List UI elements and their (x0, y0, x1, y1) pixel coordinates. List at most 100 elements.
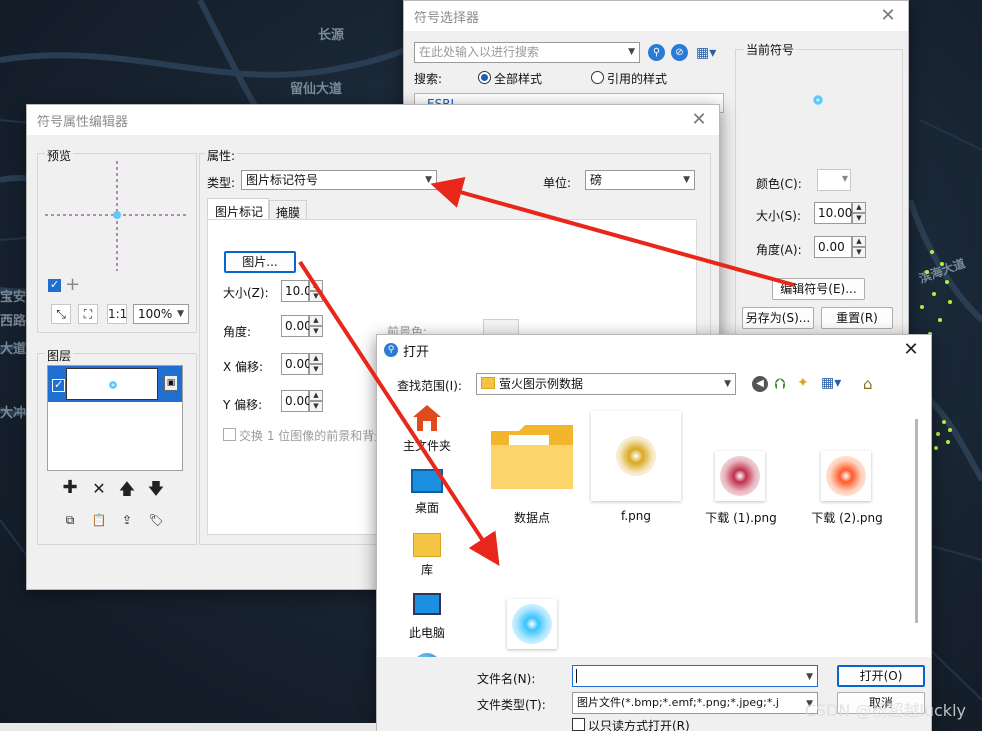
open-file-dialog: ⚲ 打开 ✕ 查找范围(I): 萤火图示例数据 ▼ ◀ ⮉ ✦ ▦▾ ⌂ 主文件… (376, 334, 932, 731)
nav-item-computer[interactable]: 此电脑 (377, 624, 477, 641)
nav-item-desktop[interactable]: 桌面 (377, 499, 477, 516)
chevron-down-icon: ▼ (724, 379, 731, 389)
current-symbol-label: 当前符号 (744, 41, 797, 58)
clear-search-icon[interactable]: ⊘ (671, 44, 688, 61)
readonly-checkbox[interactable] (572, 718, 585, 731)
filetype-label: 文件类型(T): (477, 698, 546, 712)
reset-button[interactable]: 重置(R) (821, 307, 893, 329)
back-icon[interactable]: ◀ (752, 376, 768, 392)
size-field[interactable]: 10.0 (281, 280, 312, 302)
size-field[interactable]: 10.00 (814, 202, 852, 224)
file-item-image[interactable]: f.png (591, 509, 681, 523)
unit-select[interactable]: 磅 ▼ (585, 170, 695, 190)
tag-icon[interactable]: 🏷 (146, 511, 166, 531)
library-icon[interactable] (413, 533, 441, 557)
chevron-down-icon: ▼ (841, 174, 848, 183)
y-offset-stepper[interactable]: ▲ ▼ (309, 390, 323, 412)
map-point (934, 446, 938, 450)
save-as-button[interactable]: 另存为(S)... (742, 307, 814, 329)
import-icon[interactable]: ⇪ (117, 511, 137, 531)
size-stepper[interactable]: ▲ ▼ (852, 202, 866, 224)
chevron-down-icon: ▼ (683, 175, 690, 185)
x-offset-label: X 偏移: (223, 360, 264, 374)
desktop-icon[interactable] (411, 469, 443, 493)
angle-label: 角度(A): (756, 243, 802, 257)
layers-label: 图层 (45, 347, 74, 364)
look-in-select[interactable]: 萤火图示例数据 ▼ (476, 373, 736, 395)
nav-item-library[interactable]: 库 (377, 561, 477, 578)
zoom-select[interactable]: 100% ▼ (133, 304, 189, 324)
layer-visible-checkbox[interactable] (52, 378, 65, 392)
angle-field[interactable]: 0.00 (281, 315, 312, 337)
size-stepper[interactable]: ▲ ▼ (309, 280, 323, 302)
map-point (946, 440, 950, 444)
angle-stepper[interactable]: ▲ ▼ (852, 236, 866, 258)
close-icon[interactable]: ✕ (689, 110, 709, 130)
zoom-to-fit-icon[interactable]: ⤡ (51, 304, 71, 324)
open-dialog-titlebar[interactable]: ⚲ 打开 ✕ (377, 335, 931, 365)
current-symbol-preview (813, 95, 823, 105)
nav-item-home[interactable]: 主文件夹 (377, 437, 477, 454)
copy-icon[interactable]: ⧉ (60, 511, 80, 531)
view-menu-icon[interactable]: ▦▾ (821, 375, 841, 391)
image-preview (616, 436, 656, 476)
file-thumbnail[interactable] (715, 451, 765, 501)
swap-colors-checkbox[interactable] (223, 428, 236, 441)
up-folder-icon[interactable]: ⮉ (774, 375, 785, 393)
x-offset-field[interactable]: 0.00 (281, 353, 312, 375)
y-offset-field[interactable]: 0.00 (281, 390, 312, 412)
home-folder-icon[interactable] (411, 403, 443, 433)
property-editor-titlebar[interactable]: 符号属性编辑器 ✕ (27, 105, 719, 135)
full-extent-icon[interactable]: ⛶ (78, 304, 98, 324)
add-layer-icon[interactable]: ✚ (60, 479, 80, 500)
file-thumbnail[interactable] (591, 411, 681, 501)
symbol-selector-titlebar[interactable]: 符号选择器 ✕ (404, 1, 908, 31)
file-item-image[interactable]: 下载 (2).png (799, 509, 895, 526)
new-folder-icon[interactable]: ✦ (797, 375, 809, 391)
actual-size-icon[interactable]: 1:1 (107, 304, 127, 324)
close-icon[interactable]: ✕ (901, 340, 921, 360)
file-thumbnail[interactable] (507, 599, 557, 649)
file-item-folder[interactable]: 数据点 (489, 509, 575, 526)
move-down-icon[interactable]: 🡇 (146, 480, 166, 500)
type-select[interactable]: 图片标记符号 ▼ (241, 170, 437, 190)
map-label: 留仙大道 (290, 82, 343, 97)
angle-field[interactable]: 0.00 (814, 236, 852, 258)
tab-mask[interactable]: 掩膜 (269, 200, 307, 220)
lock-icon[interactable]: ▣ (164, 375, 178, 391)
radio-all-styles[interactable] (478, 71, 491, 84)
show-crosshair-checkbox[interactable] (48, 278, 61, 292)
view-grid-icon[interactable]: ▦▾ (696, 45, 716, 61)
open-button[interactable]: 打开(O) (837, 665, 925, 687)
edit-symbol-button[interactable]: 编辑符号(E)... (772, 278, 865, 300)
computer-icon[interactable] (413, 593, 441, 615)
window-title: 符号属性编辑器 (37, 114, 129, 130)
radio-referenced-styles[interactable] (591, 71, 604, 84)
plus-icon: + (65, 274, 81, 295)
layer-list[interactable]: ▣ (47, 365, 183, 471)
scrollbar[interactable] (915, 419, 918, 623)
filename-input[interactable]: ▼ (572, 665, 818, 687)
color-picker[interactable]: ▼ (817, 169, 851, 191)
angle-stepper[interactable]: ▲ ▼ (309, 315, 323, 337)
filename-label: 文件名(N): (477, 672, 536, 686)
text-cursor (576, 669, 577, 683)
file-item-image[interactable]: 下载 (1).png (695, 509, 787, 526)
search-icon[interactable]: ⚲ (648, 44, 665, 61)
paste-icon[interactable]: 📋 (89, 511, 109, 531)
swap-colors-label: 交换 1 位图像的前景和背景 (239, 429, 387, 443)
home-icon[interactable]: ⌂ (863, 375, 873, 393)
tab-picture-marker[interactable]: 图片标记 (207, 198, 269, 220)
close-icon[interactable]: ✕ (878, 6, 898, 26)
x-offset-stepper[interactable]: ▲ ▼ (309, 353, 323, 375)
move-up-icon[interactable]: 🡅 (117, 480, 137, 500)
file-thumbnail[interactable] (821, 451, 871, 501)
search-input[interactable]: 在此处输入以进行搜索 ▼ (414, 42, 640, 63)
picture-button[interactable]: 图片... (224, 251, 296, 273)
remove-layer-icon[interactable]: ✕ (89, 480, 109, 500)
layer-symbol-preview (109, 381, 117, 389)
folder-icon[interactable] (489, 421, 575, 491)
angle-label: 角度: (223, 325, 252, 339)
filetype-select[interactable]: 图片文件(*.bmp;*.emf;*.png;*.jpeg;*.j ▼ (572, 692, 818, 714)
y-offset-label: Y 偏移: (223, 398, 263, 412)
